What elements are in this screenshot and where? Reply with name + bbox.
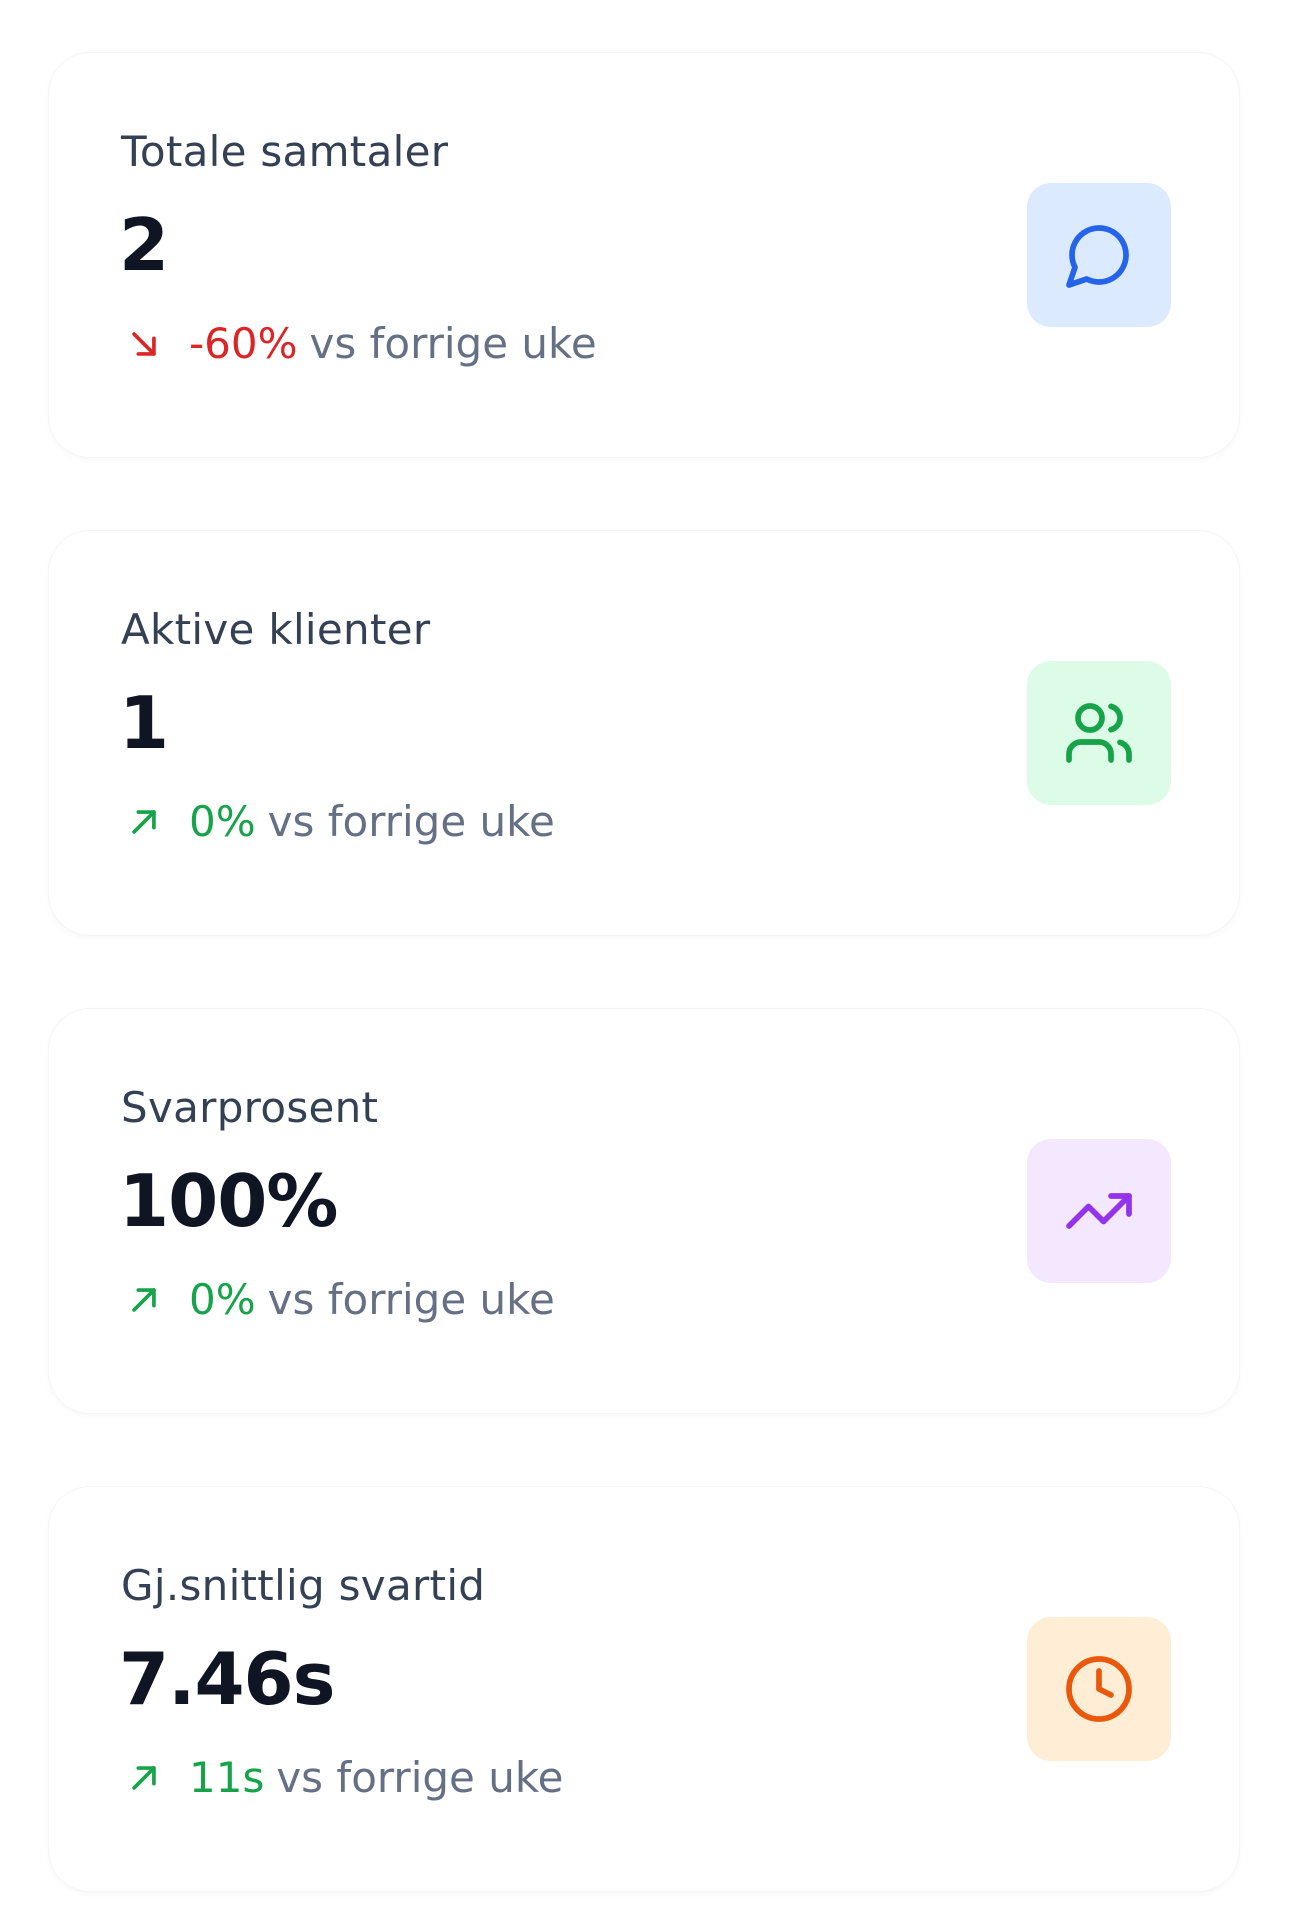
card-value: 1 <box>119 681 169 765</box>
arrow-down-right-icon <box>132 332 156 356</box>
card-value: 7.46s <box>119 1637 335 1721</box>
change-value: 11s <box>189 1753 265 1802</box>
message-circle-icon <box>1066 225 1129 288</box>
icon-tile <box>1027 1617 1171 1761</box>
card-change: -60% vs forrige uke <box>127 319 597 369</box>
trending-up-icon <box>1066 1193 1132 1229</box>
stat-card-active-clients: Aktive klienter 1 0% vs forrige uke <box>48 530 1240 936</box>
arrow-up-right-icon <box>132 1766 156 1790</box>
card-change: 0% vs forrige uke <box>127 797 555 847</box>
card-value: 2 <box>119 203 169 287</box>
card-label: Aktive klienter <box>121 605 431 654</box>
change-suffix: vs forrige uke <box>309 319 597 368</box>
change-suffix: vs forrige uke <box>276 1753 564 1802</box>
change-suffix: vs forrige uke <box>267 1275 555 1324</box>
stat-card-total-conversations: Totale samtaler 2 -60% vs forrige uke <box>48 52 1240 458</box>
change-suffix: vs forrige uke <box>267 797 555 846</box>
icon-tile <box>1027 661 1171 805</box>
card-change: 0% vs forrige uke <box>127 1275 555 1325</box>
change-value: -60% <box>189 319 298 368</box>
arrow-up-right-icon <box>132 810 156 834</box>
users-icon <box>1066 703 1132 763</box>
card-label: Gj.snittlig svartid <box>121 1561 486 1610</box>
arrow-up-right-icon <box>132 1288 156 1312</box>
clock-icon <box>1066 1656 1132 1722</box>
card-change: 11s vs forrige uke <box>127 1753 564 1803</box>
stat-card-avg-response-time: Gj.snittlig svartid 7.46s 11s vs forrige… <box>48 1486 1240 1892</box>
card-label: Svarprosent <box>121 1083 379 1132</box>
change-value: 0% <box>189 797 256 846</box>
icon-tile <box>1027 183 1171 327</box>
card-value: 100% <box>119 1159 338 1243</box>
stat-card-response-rate: Svarprosent 100% 0% vs forrige uke <box>48 1008 1240 1414</box>
icon-tile <box>1027 1139 1171 1283</box>
card-label: Totale samtaler <box>121 127 449 176</box>
change-value: 0% <box>189 1275 256 1324</box>
